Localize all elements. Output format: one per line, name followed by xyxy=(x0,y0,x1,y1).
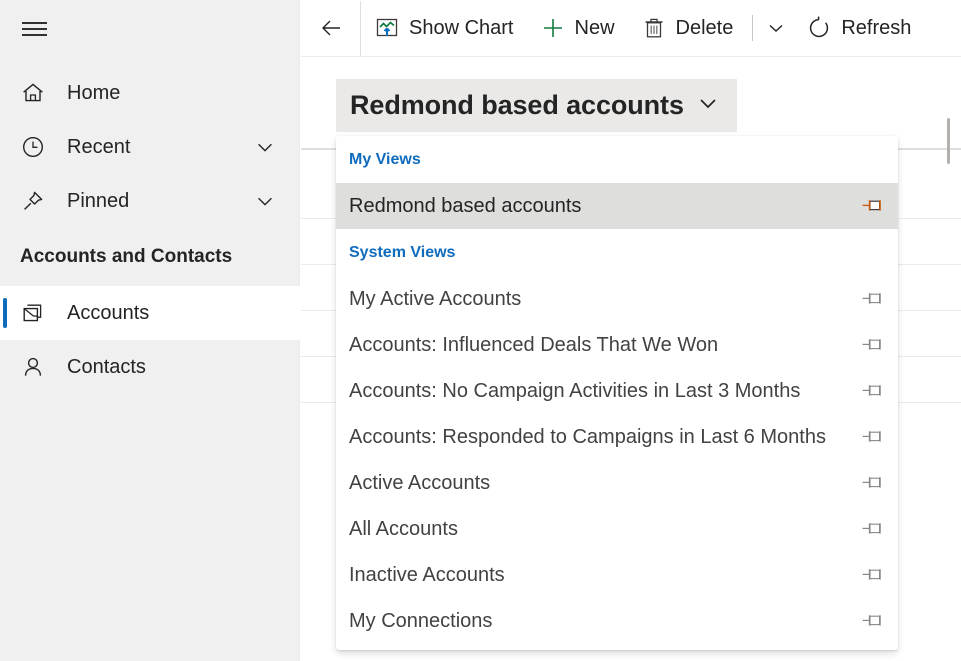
overflow-menu-button[interactable] xyxy=(759,1,793,56)
view-selector-flyout: My Views Redmond based accounts System V… xyxy=(336,136,898,650)
flyout-item-my-active-accounts[interactable]: My Active Accounts xyxy=(336,276,898,322)
sidebar-item-home[interactable]: Home xyxy=(0,66,300,120)
sidebar-item-label: Contacts xyxy=(67,356,146,378)
pin-icon[interactable] xyxy=(859,518,885,540)
plus-icon xyxy=(540,15,566,41)
sidebar-item-label: Home xyxy=(67,82,121,104)
contact-icon xyxy=(20,354,46,380)
app-root: Show Chart New Delete Refresh Home Recen… xyxy=(0,0,961,661)
sidebar-group-title: Accounts and Contacts xyxy=(20,246,233,267)
hamburger-icon-bar xyxy=(22,22,47,24)
view-selector-button[interactable]: Redmond based accounts xyxy=(336,79,737,132)
flyout-item-accounts-no-campaign-activities-in-last-3-months[interactable]: Accounts: No Campaign Activities in Last… xyxy=(336,368,898,414)
sidebar-item-contacts[interactable]: Contacts xyxy=(0,340,300,394)
flyout-item-label: Inactive Accounts xyxy=(349,564,505,586)
flyout-item-label: My Connections xyxy=(349,610,493,632)
chevron-down-icon xyxy=(763,15,789,41)
clock-icon xyxy=(20,134,46,160)
home-icon xyxy=(20,80,46,106)
show-chart-button[interactable]: Show Chart xyxy=(361,1,527,56)
back-button[interactable] xyxy=(301,0,361,56)
show-chart-icon xyxy=(374,15,400,41)
vertical-scrollbar-thumb[interactable] xyxy=(947,118,950,164)
chevron-down-icon xyxy=(695,90,721,121)
new-button[interactable]: New xyxy=(527,1,628,56)
sidebar-item-label: Pinned xyxy=(67,190,130,212)
pin-icon[interactable] xyxy=(859,610,885,632)
flyout-item-label: Active Accounts xyxy=(349,472,491,494)
toolbar-divider xyxy=(752,15,754,41)
hamburger-icon-bar xyxy=(22,28,47,30)
flyout-item-label: My Active Accounts xyxy=(349,288,522,310)
refresh-button[interactable]: Refresh xyxy=(793,1,924,56)
refresh-label: Refresh xyxy=(841,17,912,39)
delete-button[interactable]: Delete xyxy=(628,1,747,56)
hamburger-icon-bar xyxy=(22,34,47,36)
site-map-toggle-button[interactable] xyxy=(12,8,56,50)
pin-icon xyxy=(20,188,46,214)
accounts-icon xyxy=(20,300,46,326)
sidebar-item-recent[interactable]: Recent xyxy=(0,120,300,174)
pin-icon[interactable] xyxy=(859,564,885,586)
pin-icon[interactable] xyxy=(859,288,885,310)
sidebar-nav-list: Home Recent Pinned Accounts and Contacts… xyxy=(0,66,300,394)
command-bar: Show Chart New Delete Refresh xyxy=(301,0,961,57)
chevron-down-icon[interactable] xyxy=(254,136,276,158)
flyout-section-my-views[interactable]: My Views xyxy=(336,136,898,183)
flyout-item-inactive-accounts[interactable]: Inactive Accounts xyxy=(336,552,898,598)
flyout-item-label: Redmond based accounts xyxy=(349,195,582,217)
delete-label: Delete xyxy=(675,17,734,39)
back-arrow-icon xyxy=(318,15,344,41)
flyout-item-accounts-responded-to-campaigns-in-last-6-months[interactable]: Accounts: Responded to Campaigns in Last… xyxy=(336,414,898,460)
flyout-section-system-views[interactable]: System Views xyxy=(336,229,898,276)
pin-icon[interactable] xyxy=(859,472,885,494)
chevron-down-icon[interactable] xyxy=(254,190,276,212)
trash-icon xyxy=(641,15,667,41)
flyout-item-all-accounts[interactable]: All Accounts xyxy=(336,506,898,552)
new-label: New xyxy=(574,17,615,39)
refresh-icon xyxy=(806,15,832,41)
pin-icon[interactable] xyxy=(859,195,885,217)
flyout-item-accounts-influenced-deals-that-we-won[interactable]: Accounts: Influenced Deals That We Won xyxy=(336,322,898,368)
show-chart-label: Show Chart xyxy=(409,17,514,39)
flyout-item-label: Accounts: Influenced Deals That We Won xyxy=(349,334,719,356)
flyout-item-redmond-based-accounts[interactable]: Redmond based accounts xyxy=(336,183,898,229)
flyout-item-my-connections[interactable]: My Connections xyxy=(336,598,898,644)
sidebar-item-accounts[interactable]: Accounts xyxy=(0,286,300,340)
current-view-label: Redmond based accounts xyxy=(350,90,684,120)
navigation-sidebar: Home Recent Pinned Accounts and Contacts… xyxy=(0,0,300,661)
selection-indicator xyxy=(3,298,7,328)
pin-icon[interactable] xyxy=(859,426,885,448)
flyout-item-label: Accounts: No Campaign Activities in Last… xyxy=(349,380,801,402)
pin-icon[interactable] xyxy=(859,380,885,402)
sidebar-item-label: Recent xyxy=(67,136,131,158)
sidebar-item-label: Accounts xyxy=(67,302,150,324)
flyout-item-active-accounts[interactable]: Active Accounts xyxy=(336,460,898,506)
flyout-item-label: Accounts: Responded to Campaigns in Last… xyxy=(349,426,826,448)
pin-icon[interactable] xyxy=(859,334,885,356)
sidebar-item-pinned[interactable]: Pinned xyxy=(0,174,300,228)
flyout-item-label: All Accounts xyxy=(349,518,458,540)
